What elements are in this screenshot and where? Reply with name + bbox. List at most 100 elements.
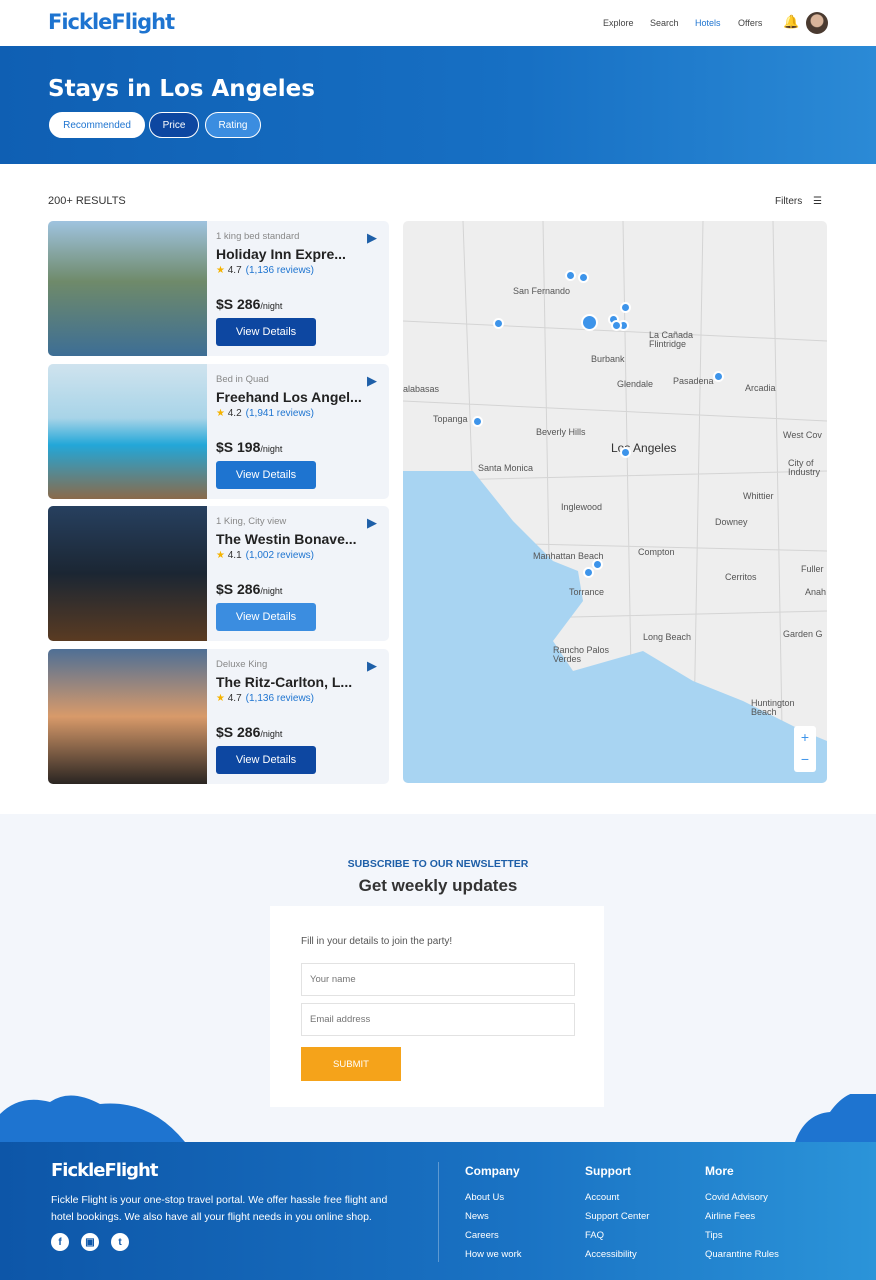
- hotel-rating: ★ 4.2 (1,941 reviews): [216, 408, 314, 419]
- hotel-image: [48, 649, 207, 784]
- map-label: Glendale: [617, 379, 654, 389]
- chip-price[interactable]: Price: [149, 112, 199, 138]
- price-unit: /night: [260, 586, 283, 596]
- facebook-icon[interactable]: f: [51, 1233, 69, 1251]
- star-icon: ★: [216, 408, 225, 419]
- footer-link[interactable]: Accessibility: [585, 1249, 637, 1260]
- hotel-rating: ★ 4.7 (1,136 reviews): [216, 265, 314, 276]
- map-label: Santa Monica: [478, 463, 534, 473]
- hotel-rating: ★ 4.1 (1,002 reviews): [216, 550, 314, 561]
- twitter-icon[interactable]: t: [111, 1233, 129, 1251]
- map-label: Long Beach: [643, 632, 692, 642]
- footer-link[interactable]: About Us: [465, 1192, 504, 1203]
- hotel-name[interactable]: Freehand Los Angel...: [216, 389, 362, 405]
- footer-col-title: More: [705, 1164, 734, 1178]
- zoom-in-button[interactable]: +: [794, 726, 816, 748]
- form-prompt: Fill in your details to join the party!: [301, 936, 453, 947]
- rating-value: 4.7: [227, 265, 242, 276]
- view-details-button[interactable]: View Details: [216, 746, 316, 774]
- hotel-image: [48, 364, 207, 499]
- map-label: Torrance: [569, 587, 605, 597]
- play-circle-icon[interactable]: ▶︎: [359, 370, 385, 392]
- footer-link[interactable]: Covid Advisory: [705, 1192, 768, 1203]
- footer-about: Fickle Flight is your one-stop travel po…: [51, 1194, 388, 1223]
- star-icon: ★: [216, 265, 225, 276]
- logo[interactable]: FickleFlight: [48, 10, 175, 34]
- instagram-icon[interactable]: ▣: [81, 1233, 99, 1251]
- chip-rating[interactable]: Rating: [205, 112, 261, 138]
- footer-link[interactable]: Careers: [465, 1230, 499, 1241]
- hotel-name[interactable]: The Ritz-Carlton, L...: [216, 674, 352, 690]
- map-label: Pasadena: [673, 376, 714, 386]
- hotel-card[interactable]: 1 King, City view The Westin Bonave... ★…: [48, 506, 389, 641]
- play-circle-icon[interactable]: ▶︎: [359, 227, 385, 249]
- reviews-link[interactable]: (1,136 reviews): [246, 693, 314, 704]
- hotel-card[interactable]: 1 king bed standard Holiday Inn Expre...…: [48, 221, 389, 356]
- chip-recommended[interactable]: Recommended: [49, 112, 145, 138]
- room-type: 1 King, City view: [216, 516, 287, 527]
- play-circle-icon[interactable]: ▶︎: [359, 655, 385, 677]
- footer-link[interactable]: FAQ: [585, 1230, 604, 1241]
- map-label: Inglewood: [561, 502, 603, 512]
- price-unit: /night: [260, 444, 283, 454]
- map-label: alabasas: [403, 384, 440, 394]
- filters-button[interactable]: Filters ☰: [775, 196, 822, 207]
- name-input[interactable]: [301, 963, 575, 996]
- view-details-button[interactable]: View Details: [216, 461, 316, 489]
- sliders-icon: ☰: [813, 196, 822, 207]
- newsletter-title: Get weekly updates: [358, 876, 518, 895]
- price-unit: /night: [260, 729, 283, 739]
- nav-explore[interactable]: Explore: [603, 18, 634, 28]
- footer-link[interactable]: Quarantine Rules: [705, 1249, 779, 1260]
- nav-search[interactable]: Search: [650, 18, 679, 28]
- hotel-image: [48, 506, 207, 641]
- top-header: FickleFlight Explore Search Hotels Offer…: [0, 0, 876, 46]
- newsletter-section: SUBSCRIBE TO OUR NEWSLETTER Get weekly u…: [0, 814, 876, 1142]
- room-type: Deluxe King: [216, 659, 268, 670]
- hotel-image: [48, 221, 207, 356]
- zoom-out-button[interactable]: −: [794, 748, 816, 770]
- room-type: Bed in Quad: [216, 374, 269, 385]
- map-label: Huntington Beach: [751, 698, 795, 717]
- map-label: Anah: [805, 587, 827, 597]
- room-type: 1 king bed standard: [216, 231, 300, 242]
- footer-link[interactable]: How we work: [465, 1249, 522, 1260]
- footer-link[interactable]: News: [465, 1211, 489, 1222]
- footer-link[interactable]: Tips: [705, 1230, 723, 1241]
- reviews-link[interactable]: (1,136 reviews): [246, 265, 314, 276]
- rating-value: 4.7: [227, 693, 242, 704]
- email-input[interactable]: [301, 1003, 575, 1036]
- map-label: La Cañada Flintridge: [649, 330, 694, 349]
- hotel-card[interactable]: Bed in Quad Freehand Los Angel... ★ 4.2 (…: [48, 364, 389, 499]
- footer-link[interactable]: Support Center: [585, 1211, 649, 1222]
- bell-icon[interactable]: 🔔: [783, 14, 799, 30]
- view-details-button[interactable]: View Details: [216, 603, 316, 631]
- reviews-link[interactable]: (1,002 reviews): [246, 550, 314, 561]
- avatar[interactable]: [806, 12, 828, 34]
- map[interactable]: San Fernando Burbank La Cañada Flintridge G…: [403, 221, 827, 783]
- newsletter-form: Fill in your details to join the party! …: [270, 906, 604, 1107]
- price-value: $S 286: [216, 581, 261, 597]
- view-details-button[interactable]: View Details: [216, 318, 316, 346]
- footer-col-title: Support: [585, 1164, 631, 1178]
- nav-hotels[interactable]: Hotels: [695, 18, 721, 28]
- play-circle-icon[interactable]: ▶︎: [359, 512, 385, 534]
- map-label: San Fernando: [513, 286, 571, 296]
- map-label: Topanga: [433, 414, 468, 424]
- footer: FickleFlight Fickle Flight is your one-s…: [0, 1142, 876, 1280]
- hotel-name[interactable]: Holiday Inn Expre...: [216, 246, 346, 262]
- map-label: Beverly Hills: [536, 427, 586, 437]
- nav-offers[interactable]: Offers: [738, 18, 762, 28]
- footer-link[interactable]: Airline Fees: [705, 1211, 755, 1222]
- reviews-link[interactable]: (1,941 reviews): [246, 408, 314, 419]
- rating-value: 4.2: [227, 408, 242, 419]
- map-label: West Cov: [783, 430, 822, 440]
- hotel-card[interactable]: Deluxe King The Ritz-Carlton, L... ★ 4.7…: [48, 649, 389, 784]
- cloud-decoration: [0, 1094, 876, 1142]
- footer-link[interactable]: Account: [585, 1192, 619, 1203]
- hotel-name[interactable]: The Westin Bonave...: [216, 531, 357, 547]
- footer-col-title: Company: [465, 1164, 520, 1178]
- submit-button[interactable]: SUBMIT: [301, 1047, 401, 1081]
- map-label: Rancho Palos Verdes: [553, 645, 610, 664]
- zoom-controls: + −: [794, 726, 816, 772]
